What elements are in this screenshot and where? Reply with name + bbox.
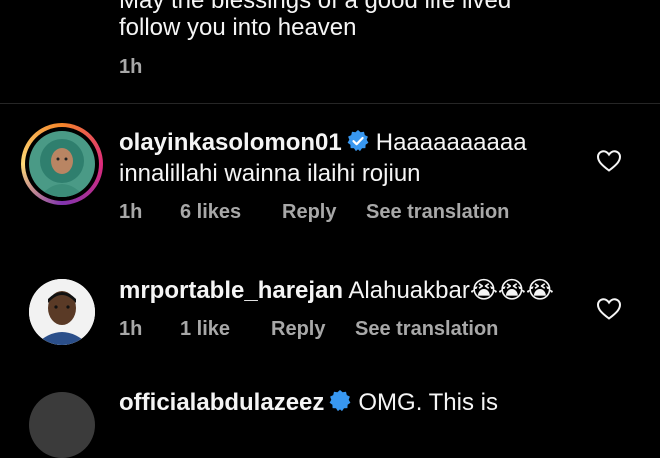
comment-first-line: olayinkasolomon01 Haaaaaaaaaa bbox=[119, 128, 527, 158]
comment-text: Alahuakbar bbox=[348, 277, 470, 304]
comment-text: OMG. This is bbox=[358, 389, 498, 416]
avatar[interactable] bbox=[29, 392, 95, 458]
divider bbox=[0, 103, 660, 104]
likes-count[interactable]: 6 likes bbox=[180, 201, 241, 224]
see-translation-link[interactable]: See translation bbox=[366, 201, 509, 224]
avatar-story-ring[interactable] bbox=[21, 123, 103, 205]
avatar bbox=[29, 131, 95, 197]
comment-first-line: mrportable_harejan Alahuakbar😭😭😭 bbox=[119, 276, 554, 306]
username[interactable]: officialabdulazeez bbox=[119, 389, 324, 416]
comment-time: 1h bbox=[119, 201, 143, 223]
comment-text-line: innalillahi wainna ilaihi rojiun bbox=[119, 160, 421, 187]
reply-button[interactable]: Reply bbox=[271, 318, 325, 341]
heart-like-icon[interactable] bbox=[596, 149, 622, 173]
verified-badge-icon bbox=[347, 130, 369, 152]
comment-text-line: follow you into heaven bbox=[119, 14, 357, 41]
username[interactable]: olayinkasolomon01 bbox=[119, 129, 342, 156]
verified-badge-icon bbox=[329, 390, 351, 412]
see-translation-link[interactable]: See translation bbox=[355, 318, 498, 341]
comment-time: 1h bbox=[119, 56, 143, 78]
comment-first-line: officialabdulazeez OMG. This is bbox=[119, 388, 498, 418]
likes-count[interactable]: 1 like bbox=[180, 318, 230, 341]
username[interactable]: mrportable_harejan bbox=[119, 277, 343, 304]
comment-text: Haaaaaaaaaa bbox=[375, 129, 527, 156]
crying-face-emojis: 😭😭😭 bbox=[469, 277, 554, 304]
reply-button[interactable]: Reply bbox=[282, 201, 336, 224]
heart-like-icon[interactable] bbox=[596, 297, 622, 321]
avatar[interactable] bbox=[29, 279, 95, 345]
comment-time: 1h bbox=[119, 318, 143, 340]
